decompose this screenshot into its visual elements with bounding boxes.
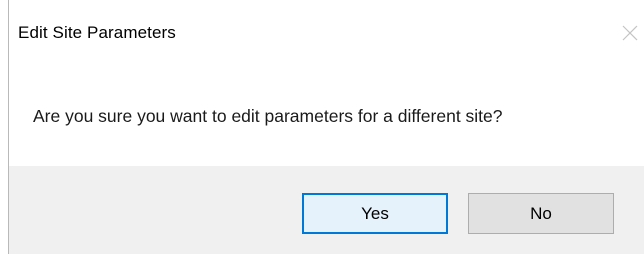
- close-button[interactable]: [617, 20, 643, 46]
- title-bar[interactable]: Edit Site Parameters: [9, 0, 644, 66]
- close-icon: [622, 25, 638, 41]
- dialog-content: Are you sure you want to edit parameters…: [9, 66, 644, 166]
- dialog-message: Are you sure you want to edit parameters…: [33, 106, 503, 126]
- dialog-title: Edit Site Parameters: [18, 23, 176, 42]
- confirm-dialog: Edit Site Parameters Are you sure you wa…: [0, 0, 644, 254]
- no-button[interactable]: No: [468, 193, 614, 234]
- dialog-button-area: Yes No: [9, 166, 644, 254]
- yes-button[interactable]: Yes: [302, 193, 448, 234]
